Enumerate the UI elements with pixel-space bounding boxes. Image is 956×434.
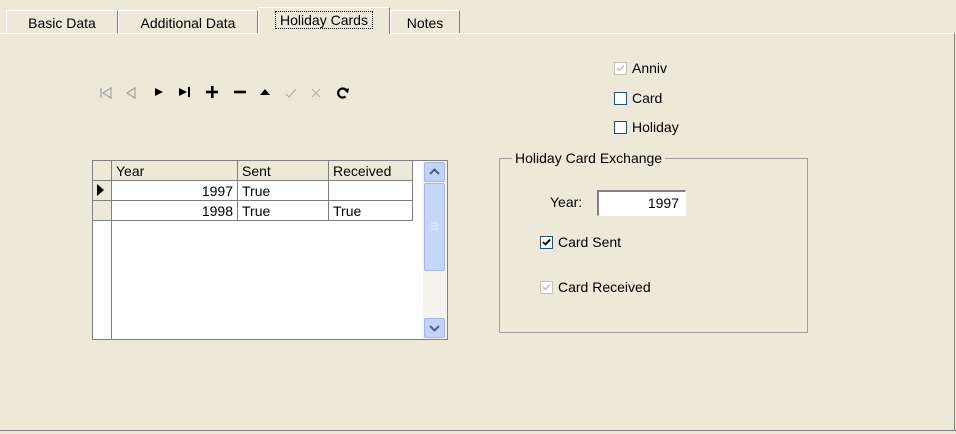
holiday-checkbox[interactable] [614,121,627,134]
checkmark-icon [542,283,551,291]
year-field[interactable]: 1997 [597,190,686,216]
row-indicator [93,201,112,221]
post-icon[interactable] [279,86,303,106]
current-row-arrow-icon [97,184,104,196]
refresh-icon[interactable] [331,86,355,106]
anniv-label: Anniv [632,60,668,76]
first-icon[interactable] [94,86,118,106]
holiday-cards-grid[interactable]: Year Sent Received 1997 True 1998 True T… [92,160,448,340]
insert-icon[interactable] [200,86,224,106]
column-header-received[interactable]: Received [329,161,413,181]
tab-basic-data[interactable]: Basic Data [6,10,118,34]
vertical-scrollbar[interactable] [423,161,447,339]
scroll-up-button[interactable] [424,162,445,182]
panel-border-right [954,33,955,430]
cell-received[interactable] [329,181,413,201]
cell-year[interactable]: 1998 [112,201,238,221]
panel-border-bottom [0,430,956,431]
tab-divider [0,33,956,34]
card-checkbox[interactable] [614,92,627,105]
cell-sent[interactable]: True [238,201,329,221]
last-icon[interactable] [173,86,197,106]
chevron-down-icon [429,325,440,332]
cell-received[interactable]: True [329,201,413,221]
anniv-checkbox[interactable] [614,62,627,75]
next-icon[interactable] [147,86,171,106]
holiday-label: Holiday [632,119,679,135]
chevron-up-icon [429,168,440,175]
checkmark-icon [542,238,551,246]
tab-holiday-cards[interactable]: Holiday Cards [258,7,390,34]
card-sent-checkbox[interactable] [540,236,553,249]
row-indicator [93,181,112,201]
cell-year[interactable]: 1997 [112,181,238,201]
column-header-sent[interactable]: Sent [238,161,329,181]
year-label: Year: [550,194,583,210]
cancel-icon[interactable] [304,86,328,106]
tab-notes[interactable]: Notes [390,10,460,34]
scroll-thumb[interactable] [424,183,445,271]
indicator-column-edge [111,221,112,339]
prior-icon[interactable] [119,86,143,106]
card-received-label: Card Received [558,279,651,295]
edit-icon[interactable] [253,86,277,106]
tab-holiday-cards-label: Holiday Cards [275,11,373,29]
tab-strip: Basic Data Additional Data Holiday Cards… [0,0,956,34]
card-sent-label: Card Sent [558,234,622,250]
tab-additional-data[interactable]: Additional Data [118,10,258,34]
group-title: Holiday Card Exchange [512,150,666,166]
grid-corner [93,161,112,181]
delete-icon[interactable] [228,86,252,106]
cell-sent[interactable]: True [238,181,329,201]
grip-icon [431,222,438,230]
scroll-down-button[interactable] [424,318,445,338]
column-header-year[interactable]: Year [112,161,238,181]
card-received-checkbox[interactable] [540,281,553,294]
card-label: Card [632,90,663,106]
